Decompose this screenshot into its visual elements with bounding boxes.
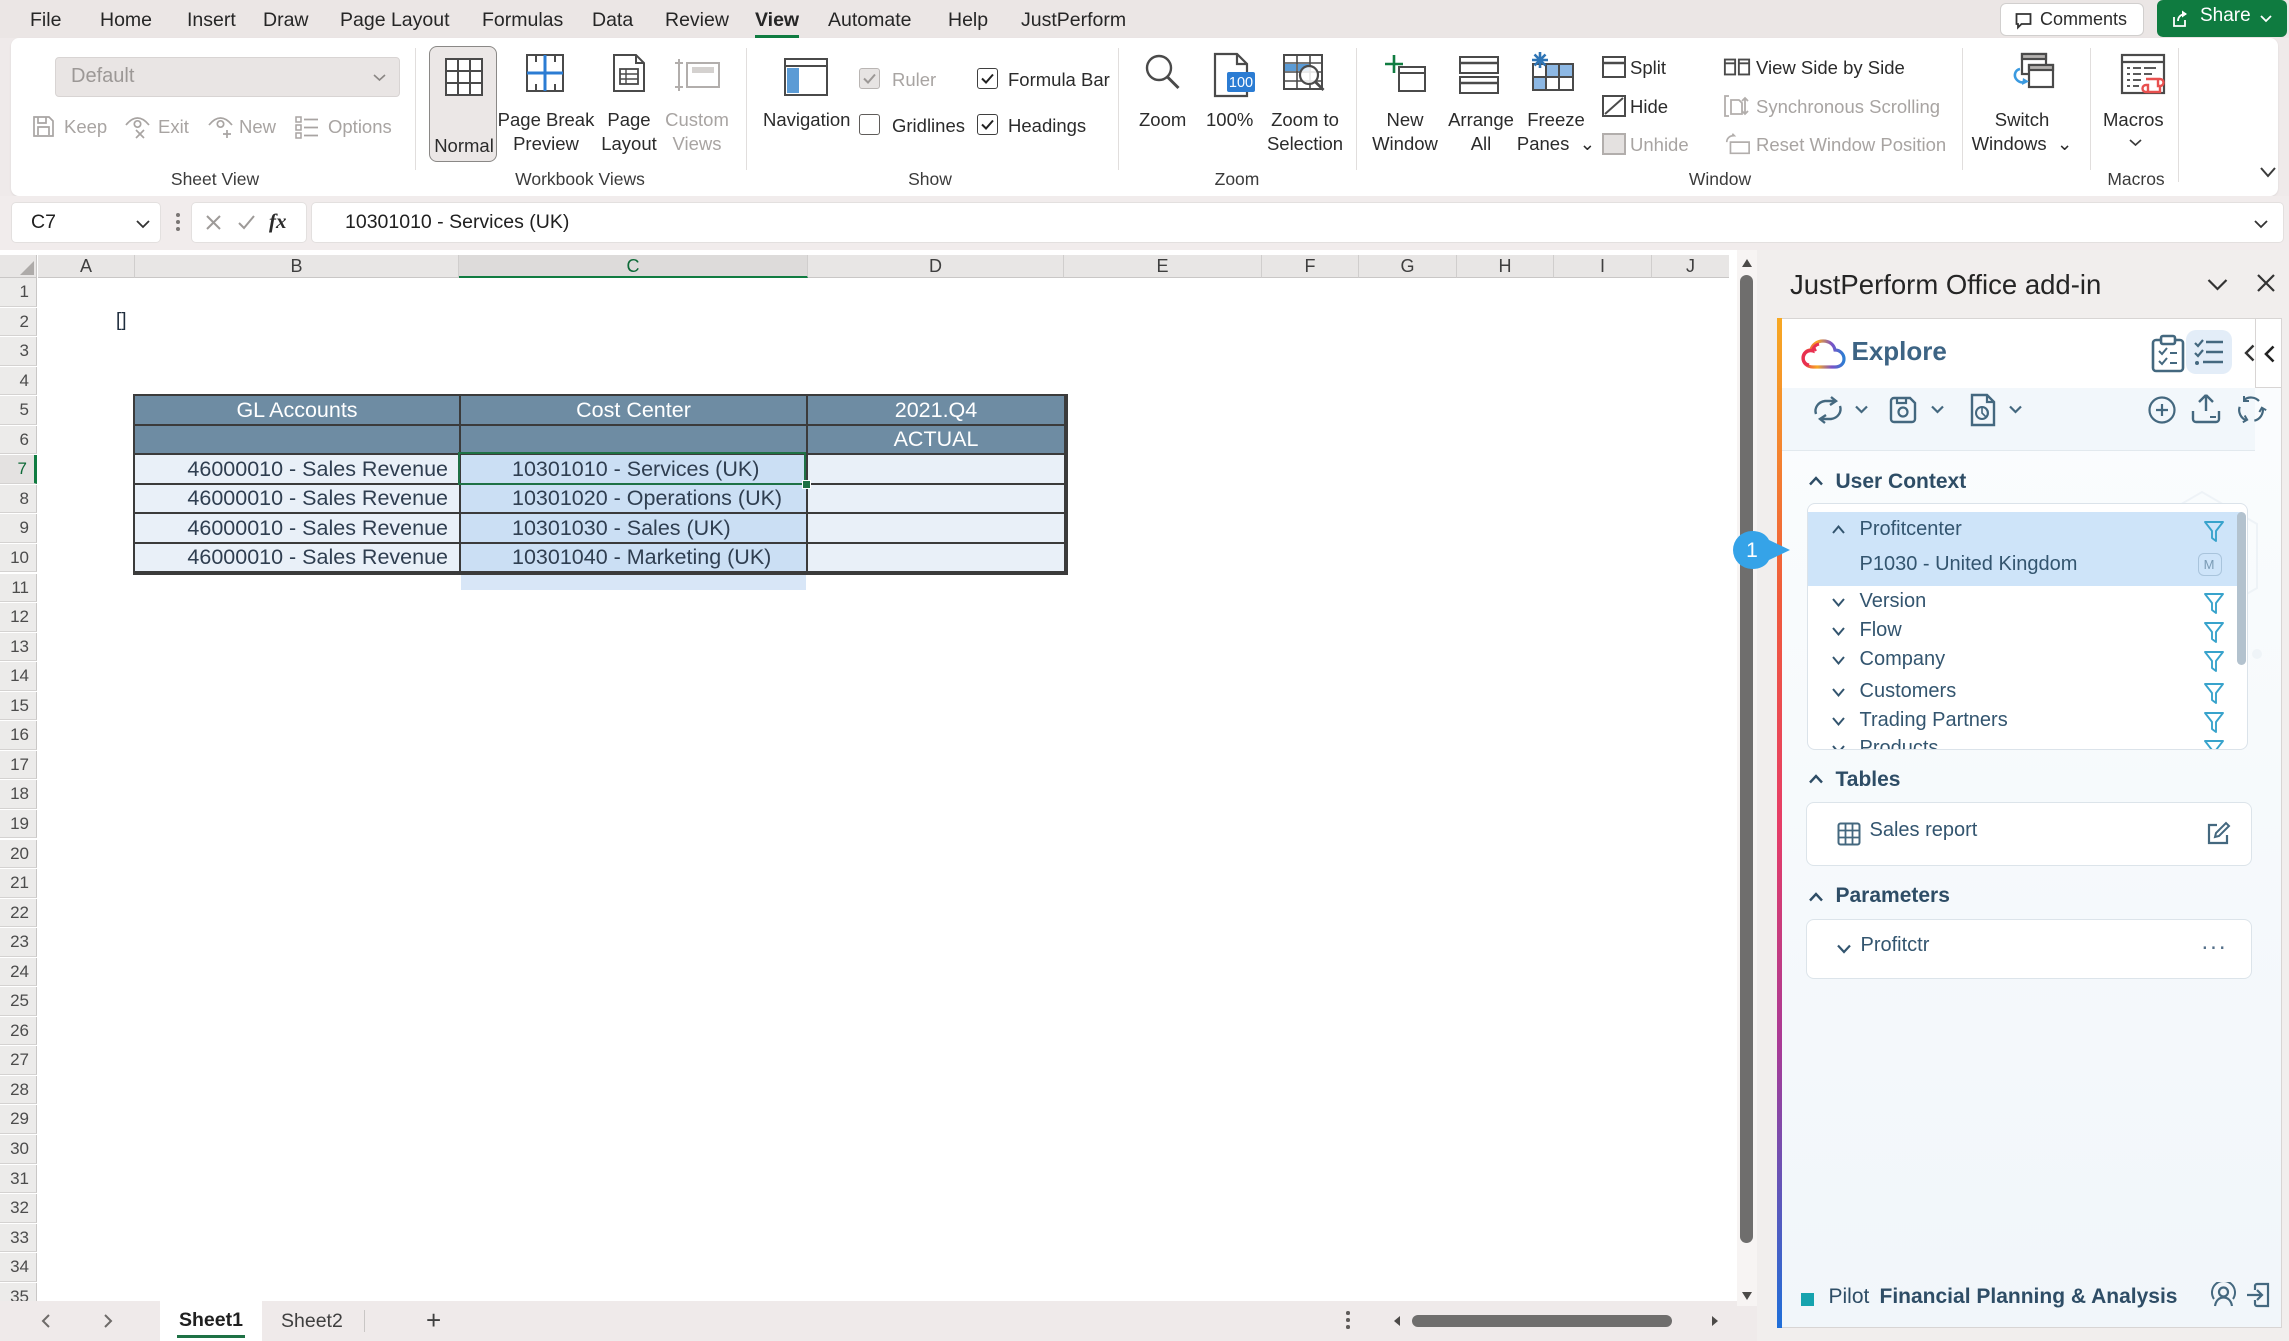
svg-text:1: 1 [1746,539,1758,562]
svg-text:100: 100 [1229,75,1253,91]
